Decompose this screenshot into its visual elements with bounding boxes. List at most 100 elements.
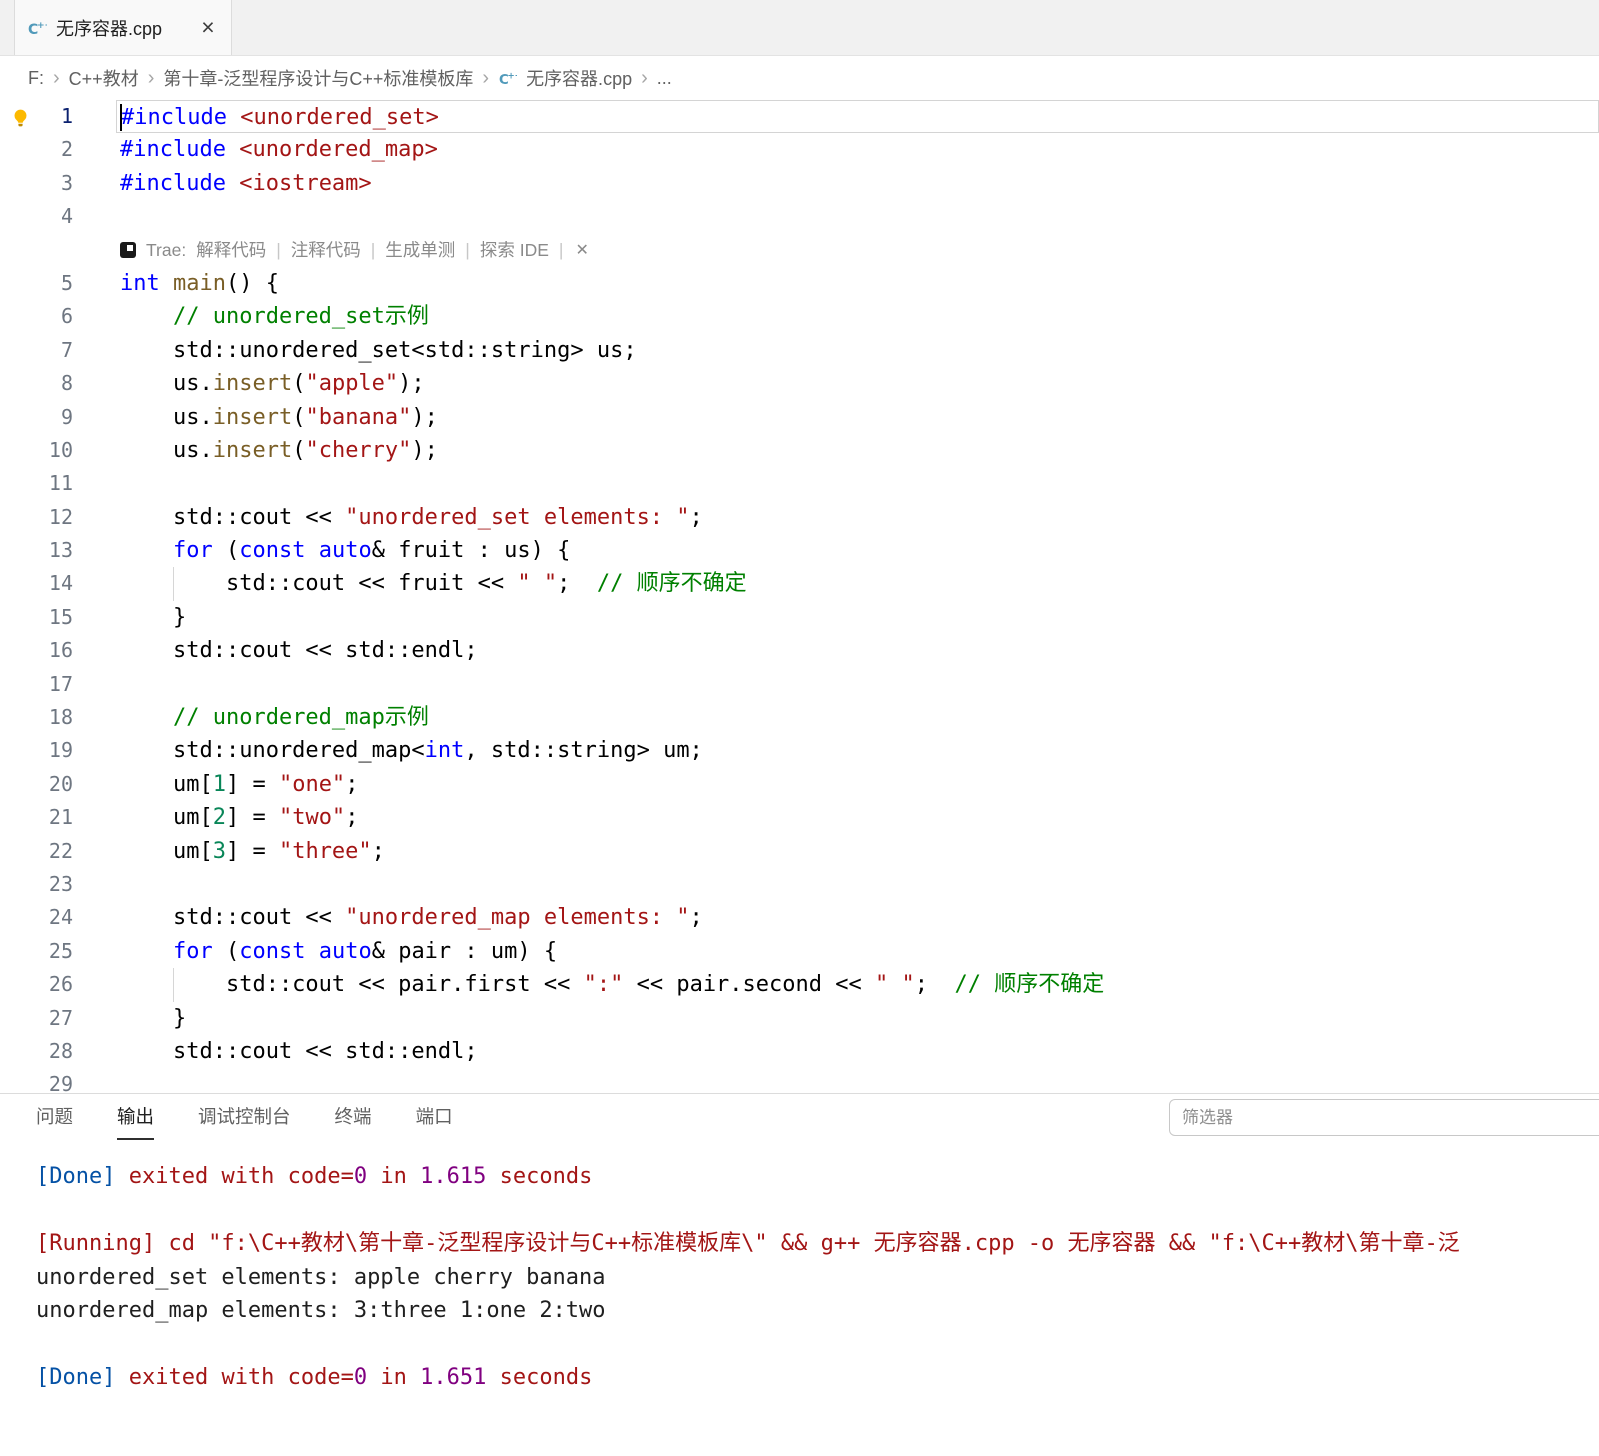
panel-tab[interactable]: 端口 xyxy=(416,1094,453,1140)
line-number[interactable]: 9 xyxy=(0,401,76,434)
line-number[interactable]: 23 xyxy=(0,868,76,901)
line-number[interactable]: 8 xyxy=(0,367,76,400)
line-number[interactable]: 11 xyxy=(0,467,76,500)
code-line-content[interactable]: std::unordered_map<int, std::string> um; xyxy=(116,734,1599,767)
code-line: 7 std::unordered_set<std::string> us; xyxy=(0,334,1599,367)
line-number[interactable]: 19 xyxy=(0,734,76,767)
line-number[interactable]: 7 xyxy=(0,334,76,367)
code-line-content[interactable]: us.insert("banana"); xyxy=(116,401,1599,434)
code-line-content[interactable] xyxy=(116,467,1599,500)
breadcrumb-item-more[interactable]: ... xyxy=(657,68,672,89)
line-number[interactable]: 10 xyxy=(0,434,76,467)
code-line-content[interactable] xyxy=(116,868,1599,901)
code-token: std::cout << xyxy=(120,905,346,931)
line-number[interactable]: 26 xyxy=(0,968,76,1001)
line-number[interactable]: 17 xyxy=(0,668,76,701)
panel-tab[interactable]: 终端 xyxy=(335,1094,372,1140)
code-token: <unordered_set> xyxy=(240,105,439,130)
line-number[interactable]: 29 xyxy=(0,1068,76,1093)
line-number[interactable]: 21 xyxy=(0,801,76,834)
code-token: " " xyxy=(875,972,915,998)
line-number[interactable]: 2 xyxy=(0,133,76,166)
code-line-content[interactable] xyxy=(116,1068,1599,1093)
code-line-content[interactable] xyxy=(116,668,1599,701)
code-line-content[interactable]: std::cout << fruit << " "; // 顺序不确定 xyxy=(116,567,1599,601)
line-number[interactable]: 3 xyxy=(0,167,76,200)
line-number[interactable]: 15 xyxy=(0,601,76,634)
hint-close-icon[interactable]: ✕ xyxy=(575,234,588,267)
line-number-text: 14 xyxy=(48,571,73,596)
code-token: ( xyxy=(292,404,306,430)
code-line-content[interactable]: // unordered_map示例 xyxy=(116,701,1599,734)
code-line-content[interactable]: std::cout << pair.first << ":" << pair.s… xyxy=(116,968,1599,1002)
code-line-content[interactable]: // unordered_set示例 xyxy=(116,300,1599,333)
code-line-content[interactable]: std::cout << std::endl; xyxy=(116,1035,1599,1068)
code-line: 3 #include <iostream> xyxy=(0,167,1599,200)
code-token: for xyxy=(172,938,213,964)
code-line-content[interactable] xyxy=(116,200,1599,233)
breadcrumb-item-folder[interactable]: C++教材 xyxy=(69,65,139,91)
breadcrumb-item-chapter[interactable]: 第十章-泛型程序设计与C++标准模板库 xyxy=(163,65,473,91)
line-number[interactable]: 25 xyxy=(0,935,76,968)
line-number[interactable]: 16 xyxy=(0,634,76,667)
line-number[interactable]: 6 xyxy=(0,300,76,333)
code-token: exited with code= xyxy=(115,1365,354,1390)
indent-guide xyxy=(172,567,174,601)
code-token: , std::string> um; xyxy=(464,738,703,764)
panel-tab[interactable]: 输出 xyxy=(117,1094,155,1140)
panel-tab[interactable]: 问题 xyxy=(36,1094,73,1140)
code-line: 4 xyxy=(0,200,1599,233)
trae-inline-hint: Trae: 解释代码 | 注释代码 | 生成单测 | 探索 IDE | ✕ xyxy=(0,234,1599,267)
code-token: ; xyxy=(557,571,597,597)
line-number[interactable]: 12 xyxy=(0,501,76,534)
code-line-content[interactable]: } xyxy=(116,601,1599,634)
line-number-text: 8 xyxy=(60,371,73,396)
code-line-content[interactable]: us.insert("cherry"); xyxy=(116,434,1599,467)
hint-action-generate-tests[interactable]: 生成单测 xyxy=(385,234,455,267)
breadcrumb-item-file[interactable]: 无序容器.cpp xyxy=(526,65,632,91)
code-token: " " xyxy=(517,571,558,597)
line-number[interactable]: 1 xyxy=(0,100,76,133)
code-line-content[interactable]: um[3] = "three"; xyxy=(116,835,1599,868)
code-line-content[interactable]: std::cout << "unordered_map elements: "; xyxy=(116,901,1599,934)
code-line: 9 us.insert("banana"); xyxy=(0,401,1599,434)
code-line-content[interactable]: for (const auto& pair : um) { xyxy=(116,935,1599,968)
code-line-content[interactable]: std::unordered_set<std::string> us; xyxy=(116,334,1599,367)
line-number[interactable]: 14 xyxy=(0,567,76,600)
hint-action-comment-code[interactable]: 注释代码 xyxy=(291,234,361,267)
editor-tab-bar: C ++ 无序容器.cpp × xyxy=(0,0,1599,56)
line-number[interactable]: 5 xyxy=(0,267,76,300)
hint-action-explain-code[interactable]: 解释代码 xyxy=(196,234,266,267)
code-line-content[interactable]: #include <iostream> xyxy=(116,167,1599,200)
code-line-content[interactable]: } xyxy=(116,1002,1599,1035)
line-number[interactable]: 20 xyxy=(0,768,76,801)
line-number[interactable]: 24 xyxy=(0,901,76,934)
code-token: ); xyxy=(398,371,425,397)
line-number[interactable]: 4 xyxy=(0,200,76,233)
line-number-text: 9 xyxy=(60,404,73,429)
code-line-content[interactable]: std::cout << "unordered_set elements: "; xyxy=(116,501,1599,534)
line-number[interactable]: 27 xyxy=(0,1002,76,1035)
line-number[interactable]: 13 xyxy=(0,534,76,567)
code-line-content[interactable]: for (const auto& fruit : us) { xyxy=(116,534,1599,567)
code-line-content[interactable]: um[2] = "two"; xyxy=(116,801,1599,834)
tab-close-icon[interactable]: × xyxy=(195,15,221,41)
code-line-content[interactable]: us.insert("apple"); xyxy=(116,367,1599,400)
code-token: "apple" xyxy=(305,371,399,397)
tab-file[interactable]: C ++ 无序容器.cpp × xyxy=(14,0,232,55)
line-number[interactable]: 22 xyxy=(0,835,76,868)
line-number[interactable]: 18 xyxy=(0,701,76,734)
hint-action-explore-ide[interactable]: 探索 IDE xyxy=(480,234,549,267)
breadcrumb-item-drive[interactable]: F: xyxy=(28,68,44,89)
code-token: ; xyxy=(689,504,703,530)
code-line-content[interactable]: int main() { xyxy=(116,267,1599,300)
code-line-content[interactable]: #include <unordered_map> xyxy=(116,133,1599,166)
code-line-content[interactable]: #include <unordered_set> xyxy=(116,100,1599,134)
code-line-content[interactable]: std::cout << std::endl; xyxy=(116,634,1599,667)
code-token: ); xyxy=(411,437,438,463)
line-number[interactable]: 28 xyxy=(0,1035,76,1068)
output-filter-input[interactable] xyxy=(1169,1099,1599,1136)
code-line-content[interactable]: um[1] = "one"; xyxy=(116,768,1599,801)
panel-tab[interactable]: 调试控制台 xyxy=(198,1094,291,1140)
output-content: [Done] exited with code=0 in 1.615 secon… xyxy=(0,1140,1599,1395)
